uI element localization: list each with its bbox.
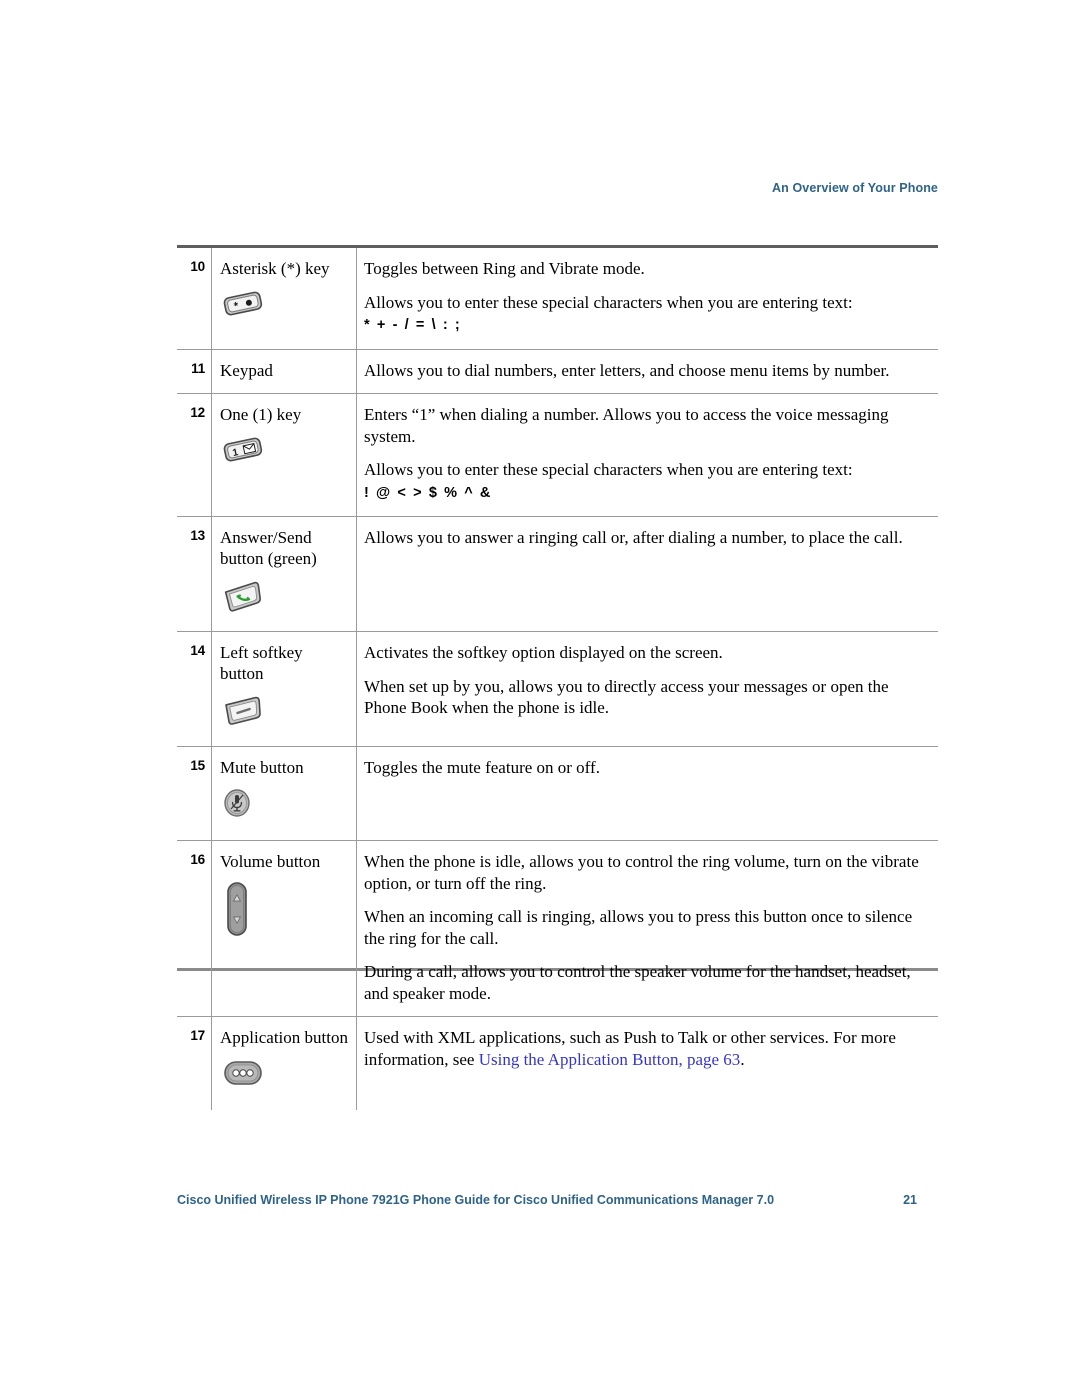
volume-rocker-icon — [220, 880, 348, 938]
left-softkey-icon — [220, 692, 348, 734]
row-label-cell: Answer/Send button (green) — [211, 516, 357, 632]
description-paragraph: Allows you to answer a ringing call or, … — [364, 528, 903, 547]
row-label-cell: Keypad — [211, 349, 357, 394]
table-row: 14 Left softkey button Activates the sof… — [177, 631, 938, 747]
table-row: 13 Answer/Send button (green) Allows you… — [177, 516, 938, 632]
row-label: Volume button — [220, 852, 321, 871]
phone-button-reference-table: 10 Asterisk (*) key * Toggles between Ri… — [177, 248, 938, 1110]
table-row: 10 Asterisk (*) key * Toggles between Ri… — [177, 248, 938, 350]
row-label: Left softkey button — [220, 643, 303, 683]
mute-button-icon — [220, 786, 348, 828]
description-text: Allows you to enter these special charac… — [364, 292, 853, 312]
one-key-icon: 1 — [220, 433, 348, 475]
description-paragraph: Allows you to enter these special charac… — [364, 292, 932, 337]
running-header: An Overview of Your Phone — [772, 181, 938, 195]
answer-send-key-icon — [220, 577, 348, 619]
row-number: 11 — [177, 349, 212, 394]
asterisk-key-icon: * — [220, 287, 348, 329]
page-footer: Cisco Unified Wireless IP Phone 7921G Ph… — [177, 1193, 938, 1207]
row-number: 16 — [177, 840, 212, 1017]
footer-title: Cisco Unified Wireless IP Phone 7921G Ph… — [177, 1193, 775, 1207]
description-paragraph: When an incoming call is ringing, allows… — [364, 907, 913, 948]
description-paragraph: Allows you to enter these special charac… — [364, 459, 932, 504]
row-label-cell: Mute button — [211, 746, 357, 841]
row-label: Keypad — [220, 360, 273, 380]
footer-page-number: 21 — [903, 1193, 917, 1207]
table-row: 12 One (1) key 1 Enters “1” when dialing… — [177, 393, 938, 517]
cross-reference-link[interactable]: Using the Application Button, page 63 — [479, 1050, 741, 1069]
row-label-cell: Volume button — [211, 840, 357, 1017]
description-paragraph: When the phone is idle, allows you to co… — [364, 852, 919, 893]
row-description-cell: Allows you to answer a ringing call or, … — [356, 516, 938, 632]
table-row: 11 Keypad Allows you to dial numbers, en… — [177, 349, 938, 394]
application-button-icon — [220, 1056, 348, 1098]
row-description-cell: Toggles between Ring and Vibrate mode. A… — [356, 248, 938, 350]
row-number: 15 — [177, 746, 212, 841]
row-label: Answer/Send button (green) — [220, 528, 317, 568]
special-characters: ! @ < > $ % ^ & — [364, 484, 492, 501]
description-paragraph: Enters “1” when dialing a number. Allows… — [364, 405, 889, 446]
row-number: 10 — [177, 248, 212, 350]
row-label: Application button — [220, 1028, 348, 1047]
row-label: Asterisk (*) key — [220, 259, 330, 278]
special-characters: * + - / = \ : ; — [364, 317, 462, 333]
description-paragraph: When set up by you, allows you to direct… — [364, 676, 889, 718]
row-description-cell: Used with XML applications, such as Push… — [356, 1016, 938, 1110]
row-label-cell: Left softkey button — [211, 631, 357, 747]
row-description-cell: When the phone is idle, allows you to co… — [356, 840, 938, 1017]
description-text: Allows you to enter these special charac… — [364, 460, 853, 479]
table-body: 10 Asterisk (*) key * Toggles between Ri… — [177, 248, 938, 1110]
table-row: 17 Application button Used with XML appl… — [177, 1016, 938, 1110]
row-description-cell: Toggles the mute feature on or off. — [356, 746, 938, 841]
row-description-cell: Allows you to dial numbers, enter letter… — [356, 349, 938, 394]
row-number: 13 — [177, 516, 212, 632]
description-paragraph: Toggles the mute feature on or off. — [364, 758, 600, 777]
row-label-cell: One (1) key 1 — [211, 393, 357, 517]
description-paragraph: During a call, allows you to control the… — [364, 962, 911, 1003]
table-row: 15 Mute button Toggles the mute feature … — [177, 746, 938, 841]
row-label-cell: Asterisk (*) key * — [211, 248, 357, 350]
description-paragraph: Activates the softkey option displayed o… — [364, 643, 723, 662]
row-description-cell: Activates the softkey option displayed o… — [356, 631, 938, 747]
table-row: 16 Volume button When the phone is idle,… — [177, 840, 938, 1017]
row-number: 17 — [190, 1028, 205, 1043]
description-paragraph: Used with XML applications, such as Push… — [364, 1027, 932, 1070]
row-description-cell: Enters “1” when dialing a number. Allows… — [356, 393, 938, 517]
description-paragraph: Toggles between Ring and Vibrate mode. — [364, 259, 645, 278]
row-label-cell: Application button — [211, 1016, 357, 1110]
description-paragraph: Allows you to dial numbers, enter letter… — [364, 360, 890, 380]
row-label: One (1) key — [220, 405, 302, 424]
description-text-after: . — [740, 1049, 745, 1069]
row-number: 14 — [177, 631, 212, 747]
row-label: Mute button — [220, 758, 304, 777]
row-number: 12 — [177, 393, 212, 517]
